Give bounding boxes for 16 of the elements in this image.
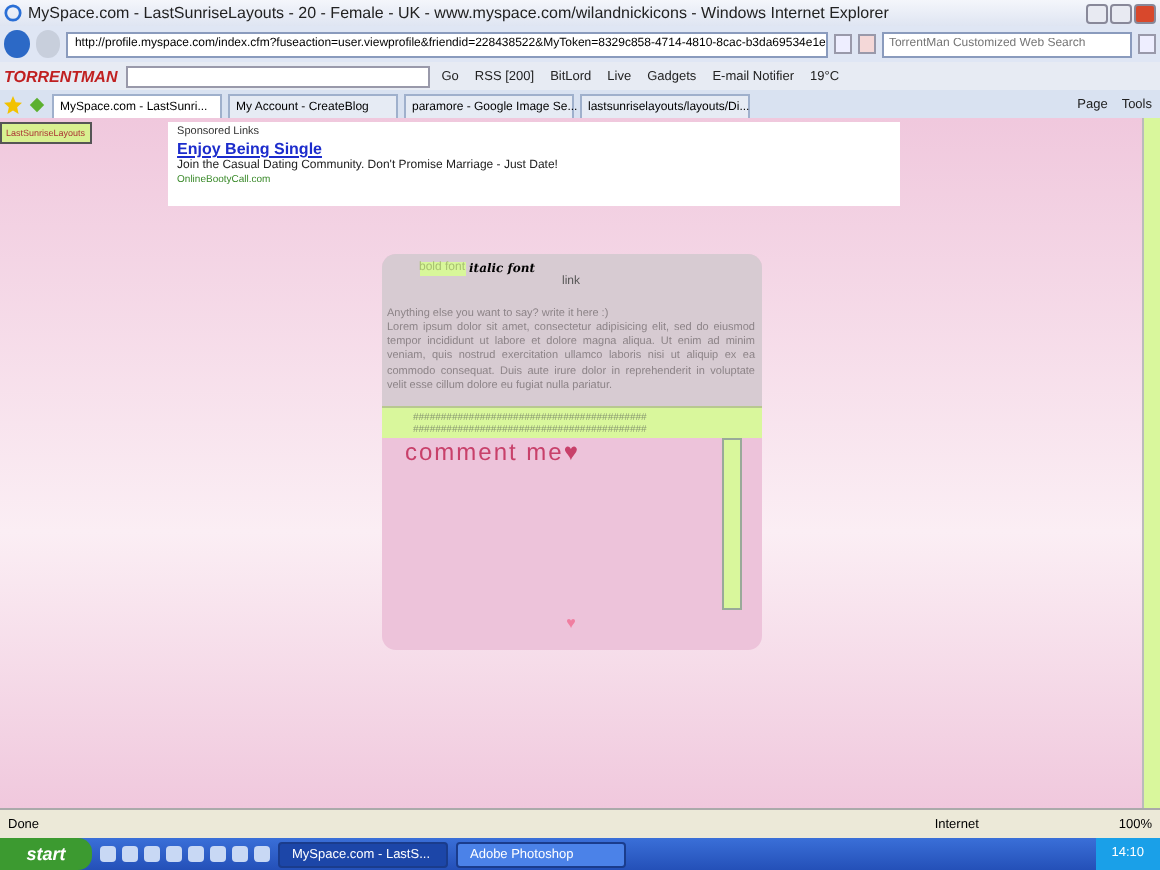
- heart-symbol: ♥: [564, 613, 578, 632]
- ad-link[interactable]: Enjoy Being Single: [177, 140, 890, 158]
- start-button[interactable]: start: [0, 838, 92, 870]
- add-favorite-icon[interactable]: [28, 95, 46, 113]
- back-button[interactable]: [4, 30, 30, 58]
- toolbar-search-field[interactable]: [125, 65, 430, 87]
- comment-scrollbar[interactable]: [721, 437, 741, 610]
- maximize-button[interactable]: [1110, 3, 1132, 23]
- page-scrollbar[interactable]: [1142, 118, 1160, 808]
- window-title: MySpace.com - LastSunriseLayouts - 20 - Female - UK - www.myspace.com/wilandnickicons - Windows Internet Explorer: [28, 4, 889, 22]
- toolbar-logo: TORRENTMAN: [4, 67, 118, 85]
- minimize-button[interactable]: [1086, 3, 1108, 23]
- star-icon[interactable]: [4, 95, 22, 113]
- browser-icon: [4, 4, 22, 22]
- comment-heading: comment me♥: [405, 437, 582, 470]
- close-button[interactable]: [1134, 3, 1156, 23]
